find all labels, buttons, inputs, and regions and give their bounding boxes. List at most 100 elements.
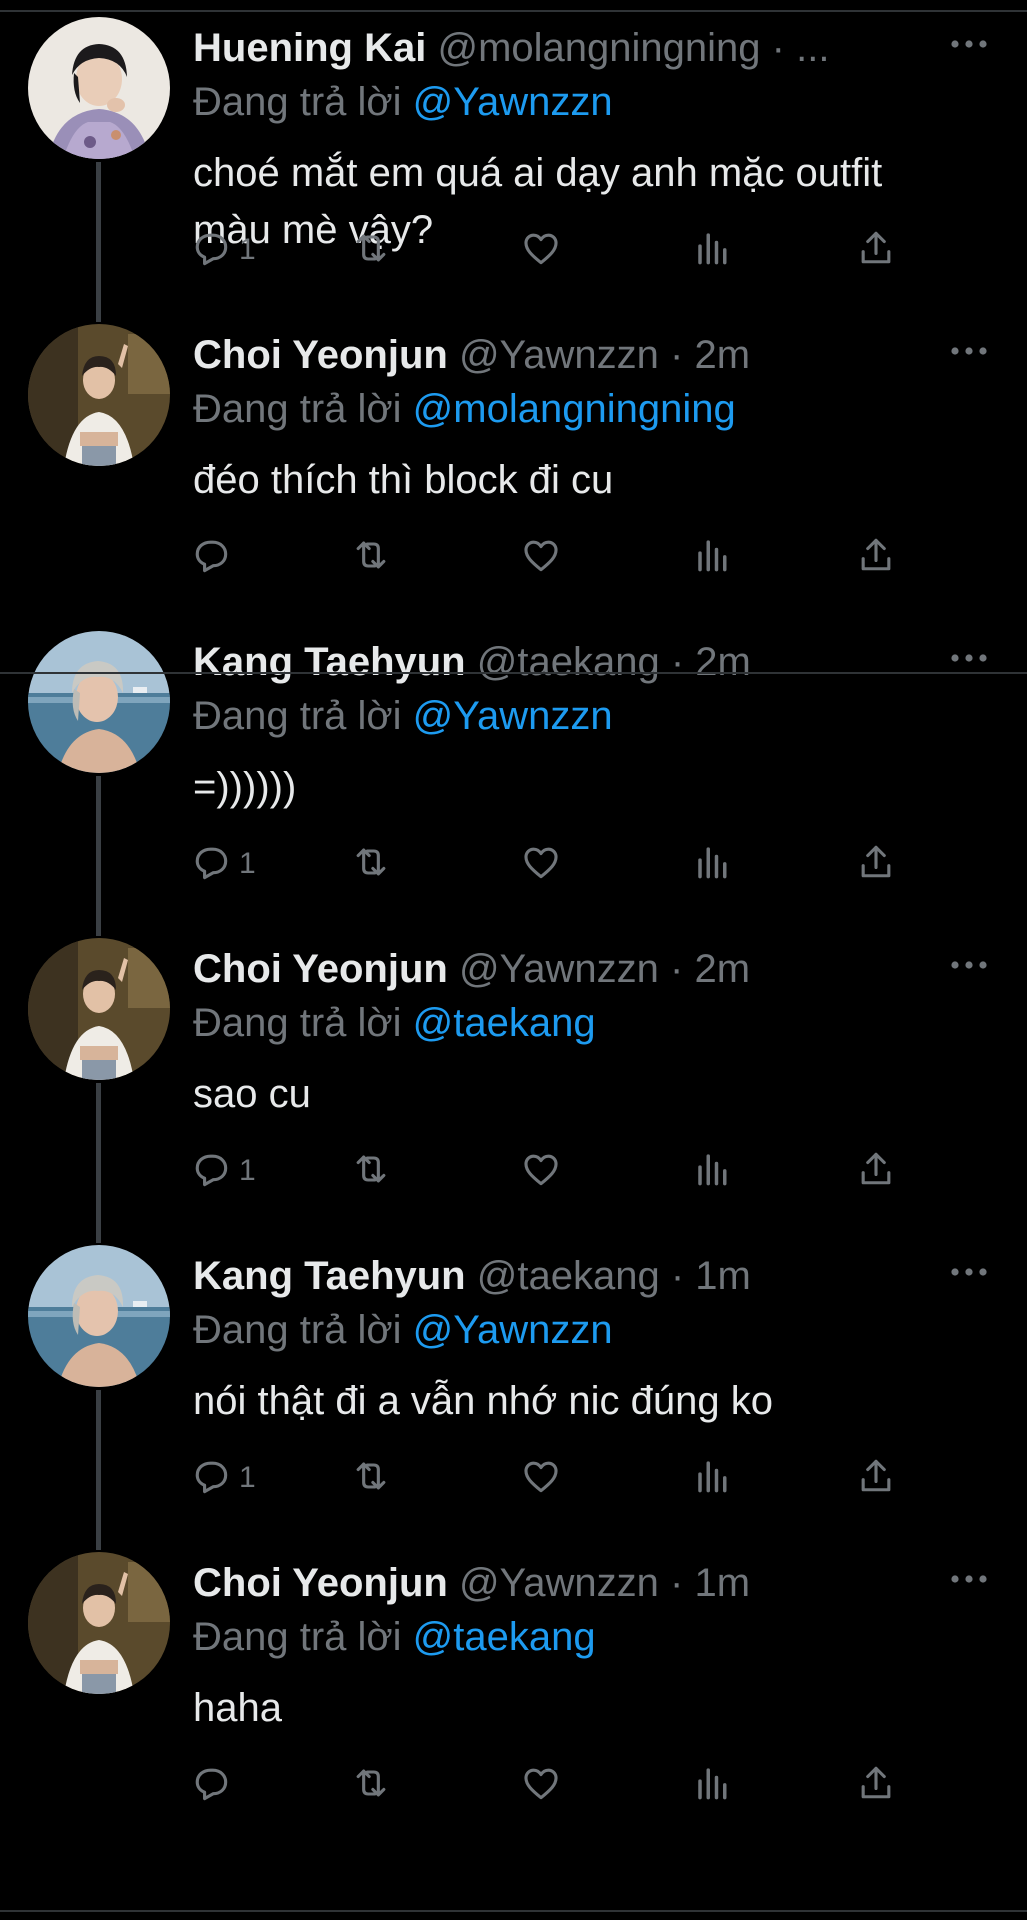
replying-label: Đang trả lời (193, 1615, 402, 1659)
tweet-text: nói thật đi a vẫn nhớ nic đúng ko (193, 1379, 773, 1423)
like-button[interactable] (519, 532, 563, 582)
views-button[interactable] (689, 1760, 733, 1810)
share-button[interactable] (854, 1146, 898, 1196)
tweet-header: Choi Yeonjun @Yawnzzn · 2m (193, 943, 937, 995)
views-button[interactable] (689, 225, 733, 275)
tweet-text: =)))))) (193, 765, 297, 809)
views-icon (689, 1761, 733, 1810)
reply-button[interactable]: 1 (189, 839, 256, 889)
like-button[interactable] (519, 1453, 563, 1503)
avatar[interactable] (28, 1552, 170, 1694)
more-button[interactable] (949, 341, 989, 361)
like-icon (519, 1761, 563, 1810)
share-button[interactable] (854, 532, 898, 582)
reply-button[interactable]: 1 (189, 1453, 256, 1503)
like-button[interactable] (519, 1146, 563, 1196)
more-icon (949, 1575, 989, 1593)
more-button[interactable] (949, 1262, 989, 1282)
handle[interactable]: @molangningning (437, 26, 760, 70)
avatar[interactable] (28, 1245, 170, 1387)
replying-to: Đang trả lời @Yawnzzn (193, 76, 613, 128)
views-button[interactable] (689, 532, 733, 582)
more-icon (949, 347, 989, 365)
display-name[interactable]: Choi Yeonjun (193, 947, 448, 991)
mention-link[interactable]: @molangningning (413, 387, 736, 431)
retweet-button[interactable] (349, 839, 393, 889)
views-button[interactable] (689, 1146, 733, 1196)
tweet-actions (193, 532, 913, 582)
tweet-actions: 1 (193, 225, 913, 275)
handle[interactable]: @taekang (477, 640, 660, 684)
reply-count: 1 (239, 233, 256, 266)
more-button[interactable] (949, 648, 989, 668)
tweet[interactable]: Huening Kai @molangningning · ... Đang t… (0, 0, 1027, 322)
like-button[interactable] (519, 839, 563, 889)
replying-label: Đang trả lời (193, 1308, 402, 1352)
share-button[interactable] (854, 225, 898, 275)
retweet-button[interactable] (349, 1760, 393, 1810)
display-name[interactable]: Kang Taehyun (193, 640, 466, 684)
tweet[interactable]: Choi Yeonjun @Yawnzzn · 2m Đang trả lời … (0, 307, 1027, 613)
handle[interactable]: @taekang (477, 1254, 660, 1298)
share-icon (854, 840, 898, 889)
display-name[interactable]: Huening Kai (193, 26, 426, 70)
avatar[interactable] (28, 631, 170, 773)
share-icon (854, 1454, 898, 1503)
tweet[interactable]: Choi Yeonjun @Yawnzzn · 2m Đang trả lời … (0, 921, 1027, 1243)
reply-icon (189, 226, 233, 275)
retweet-button[interactable] (349, 1453, 393, 1503)
retweet-icon (349, 1454, 393, 1503)
tweet-text: haha (193, 1686, 282, 1730)
replying-label: Đang trả lời (193, 387, 402, 431)
replying-label: Đang trả lời (193, 694, 402, 738)
handle[interactable]: @Yawnzzn (459, 1561, 659, 1605)
tweet-header: Kang Taehyun @taekang · 2m (193, 636, 937, 688)
tweet-actions: 1 (193, 839, 913, 889)
share-button[interactable] (854, 839, 898, 889)
timestamp[interactable]: 2m (694, 947, 750, 991)
handle[interactable]: @Yawnzzn (459, 947, 659, 991)
tweet[interactable]: Kang Taehyun @taekang · 2m Đang trả lời … (0, 614, 1027, 936)
avatar[interactable] (28, 17, 170, 159)
reply-button[interactable] (189, 532, 239, 582)
like-icon (519, 226, 563, 275)
mention-link[interactable]: @Yawnzzn (413, 1308, 613, 1352)
display-name[interactable]: Kang Taehyun (193, 1254, 466, 1298)
views-button[interactable] (689, 1453, 733, 1503)
like-button[interactable] (519, 1760, 563, 1810)
tweet[interactable]: Choi Yeonjun @Yawnzzn · 1m Đang trả lời … (0, 1535, 1027, 1841)
handle[interactable]: @Yawnzzn (459, 333, 659, 377)
mention-link[interactable]: @taekang (413, 1001, 596, 1045)
retweet-button[interactable] (349, 1146, 393, 1196)
reply-button[interactable]: 1 (189, 225, 256, 275)
reply-count: 1 (239, 847, 256, 880)
mention-link[interactable]: @Yawnzzn (413, 80, 613, 124)
reply-button[interactable] (189, 1760, 239, 1810)
divider (0, 1910, 1027, 1912)
more-icon (949, 40, 989, 58)
display-name[interactable]: Choi Yeonjun (193, 333, 448, 377)
timestamp[interactable]: 1m (694, 1561, 750, 1605)
more-button[interactable] (949, 1569, 989, 1589)
more-button[interactable] (949, 955, 989, 975)
display-name[interactable]: Choi Yeonjun (193, 1561, 448, 1605)
timestamp[interactable]: 2m (695, 640, 751, 684)
tweet-header: Kang Taehyun @taekang · 1m (193, 1250, 937, 1302)
timestamp[interactable]: ... (796, 26, 829, 70)
timestamp[interactable]: 2m (694, 333, 750, 377)
retweet-button[interactable] (349, 532, 393, 582)
more-button[interactable] (949, 34, 989, 54)
retweet-icon (349, 1147, 393, 1196)
tweet[interactable]: Kang Taehyun @taekang · 1m Đang trả lời … (0, 1228, 1027, 1550)
mention-link[interactable]: @Yawnzzn (413, 694, 613, 738)
reply-button[interactable]: 1 (189, 1146, 256, 1196)
avatar[interactable] (28, 324, 170, 466)
share-button[interactable] (854, 1760, 898, 1810)
retweet-button[interactable] (349, 225, 393, 275)
like-button[interactable] (519, 225, 563, 275)
views-button[interactable] (689, 839, 733, 889)
timestamp[interactable]: 1m (695, 1254, 751, 1298)
mention-link[interactable]: @taekang (413, 1615, 596, 1659)
avatar[interactable] (28, 938, 170, 1080)
share-button[interactable] (854, 1453, 898, 1503)
